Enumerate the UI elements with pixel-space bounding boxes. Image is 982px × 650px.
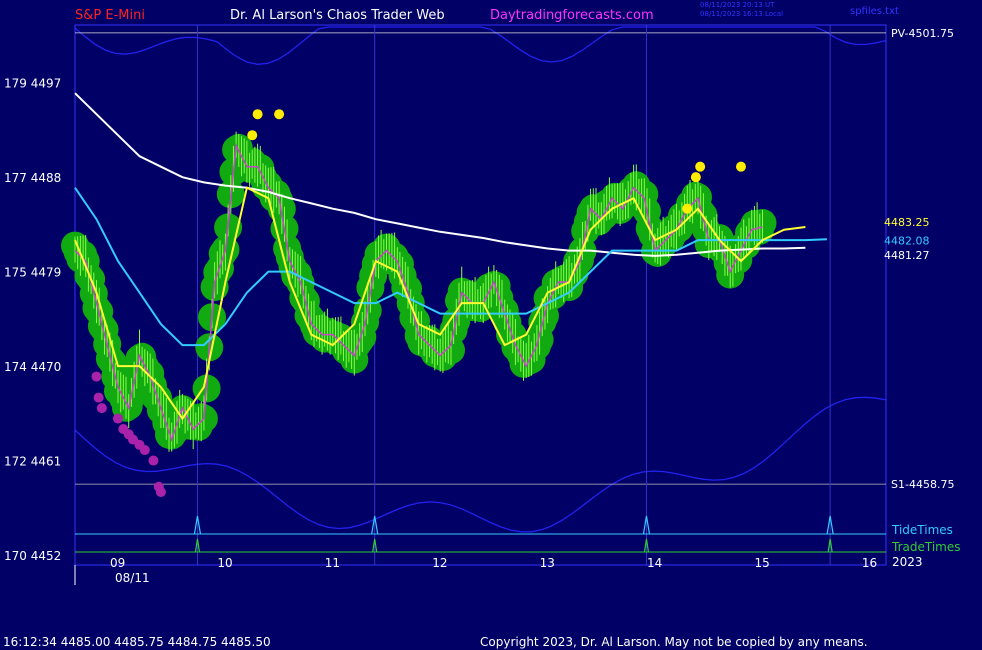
last-value-label: 4481.27 [884, 249, 930, 262]
magenta-dot [91, 371, 102, 382]
timestamp-local: 08/11/2023 16:13 Local [700, 10, 783, 18]
magenta-dot [93, 392, 104, 403]
symbol-title: S&P E-Mini [75, 8, 145, 23]
x-tick-label: 11 [325, 556, 340, 570]
last-value-label: 4482.08 [884, 234, 930, 247]
chaos-trader-chart: PV-4501.75 S1-4458.75 TideTimes TradeTimes2… [0, 0, 982, 650]
copyright: Copyright 2023, Dr. Al Larson. May not b… [480, 635, 868, 649]
x-tick-label: 10 [217, 556, 232, 570]
x-tick-label: 13 [540, 556, 555, 570]
yellow-dot [695, 161, 706, 172]
magenta-dot [139, 445, 150, 456]
yellow-dot [274, 109, 285, 120]
y-tick-label: 174 4470 [4, 360, 61, 374]
magenta-dot [148, 455, 159, 466]
x-tick-label: 16 [862, 556, 877, 570]
x-tick-label: 09 [110, 556, 125, 570]
last-value-label: 4483.25 [884, 216, 930, 229]
yellow-dot [247, 130, 258, 141]
yellow-dot [735, 161, 746, 172]
x-tick-label: 15 [754, 556, 769, 570]
x-tick-label: 12 [432, 556, 447, 570]
x-tick-label: 14 [647, 556, 662, 570]
magenta-dot [155, 487, 166, 498]
legend-tide-times: TideTimes [891, 523, 953, 537]
site-url[interactable]: Daytradingforecasts.com [490, 8, 654, 23]
y-tick-label: 170 4452 [4, 549, 61, 563]
yellow-dot [690, 172, 701, 183]
year-label: 2023 [892, 555, 923, 569]
y-tick-label: 177 4488 [4, 171, 61, 185]
magenta-dot [112, 413, 123, 424]
site-title: Dr. Al Larson's Chaos Trader Web [230, 8, 445, 23]
quote-readout: 16:12:34 4485.00 4485.75 4484.75 4485.50 [3, 635, 271, 649]
timestamp-utc: 08/11/2023 20:13 UT [700, 1, 775, 9]
magenta-dot [96, 403, 107, 414]
level-label-s1: S1-4458.75 [891, 478, 954, 491]
yellow-dot [682, 203, 693, 214]
legend-trade-times: TradeTimes [891, 540, 960, 554]
y-tick-label: 179 4497 [4, 77, 61, 91]
y-tick-label: 172 4461 [4, 455, 61, 469]
y-tick-label: 175 4479 [4, 266, 61, 280]
yellow-dot [252, 109, 263, 120]
file-name: spfiles.txt [850, 6, 899, 17]
date-label: 08/11 [115, 571, 150, 585]
level-label-pv: PV-4501.75 [891, 27, 954, 40]
